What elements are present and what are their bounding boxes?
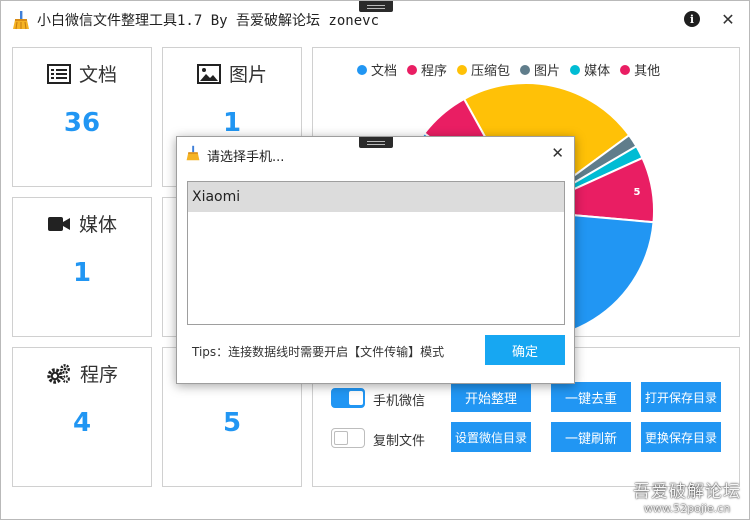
window-close-button[interactable]: ✕ <box>717 8 739 30</box>
confirm-button[interactable]: 确定 <box>485 335 565 365</box>
select-phone-dialog: 请选择手机... ✕ Xiaomi Tips：连接数据线时需要开启【文件传输】模… <box>176 136 575 384</box>
card-title: 程序 <box>13 360 151 387</box>
gears-icon <box>47 363 70 384</box>
card-title: 文档 <box>13 60 151 87</box>
window-drag-handle[interactable] <box>359 1 393 12</box>
card-label: 图片 <box>228 64 267 86</box>
start-organize-button[interactable]: 开始整理 <box>451 382 531 412</box>
title-bar[interactable]: 小白微信文件整理工具1.7 By 吾爱破解论坛 zonevc i ✕ <box>1 1 750 37</box>
connection-tips: Tips：连接数据线时需要开启【文件传输】模式 <box>192 345 445 359</box>
card-label: 程序 <box>79 364 118 386</box>
dialog-drag-handle[interactable] <box>359 137 393 148</box>
card-programs: 程序 4 <box>12 347 152 487</box>
copy-files-toggle[interactable] <box>331 428 365 448</box>
dialog-title: 请选择手机... <box>207 150 285 165</box>
card-title: 媒体 <box>13 210 151 237</box>
copy-files-toggle-label: 复制文件 <box>373 434 426 449</box>
watermark-url: www.52pojie.cn <box>643 502 731 515</box>
set-wechat-dir-button[interactable]: 设置微信目录 <box>451 422 531 452</box>
change-save-dir-button[interactable]: 更换保存目录 <box>641 422 721 452</box>
broom-icon <box>13 11 29 30</box>
card-media: 媒体 1 <box>12 197 152 337</box>
broom-icon <box>186 145 200 161</box>
open-save-dir-button[interactable]: 打开保存目录 <box>641 382 721 412</box>
info-icon: i <box>684 11 700 27</box>
card-count: 36 <box>63 108 101 138</box>
wechat-toggle[interactable] <box>331 388 365 408</box>
phone-list-item[interactable]: Xiaomi <box>188 182 564 212</box>
refresh-button[interactable]: 一键刷新 <box>551 422 631 452</box>
pie-data-label: 5 <box>634 187 641 198</box>
phone-list[interactable]: Xiaomi <box>187 181 565 325</box>
wechat-toggle-label: 手机微信 <box>373 394 426 409</box>
card-documents: 文档 36 <box>12 47 152 187</box>
dedupe-button[interactable]: 一键去重 <box>551 382 631 412</box>
picture-icon <box>196 63 221 84</box>
card-count: 4 <box>72 408 92 438</box>
card-label: 文档 <box>78 64 117 86</box>
card-label: 媒体 <box>78 214 117 236</box>
card-count: 5 <box>222 408 242 438</box>
window-title: 小白微信文件整理工具1.7 By 吾爱破解论坛 zonevc <box>37 13 380 29</box>
about-button[interactable]: i <box>681 8 703 30</box>
forum-watermark: 吾爱破解论坛 www.52pojie.cn <box>633 477 741 515</box>
card-count: 1 <box>222 108 242 138</box>
watermark-title: 吾爱破解论坛 <box>633 482 741 502</box>
dialog-close-button[interactable]: ✕ <box>551 144 564 162</box>
video-camera-icon <box>47 216 70 231</box>
card-title: 图片 <box>163 60 301 87</box>
document-list-icon <box>46 63 71 84</box>
card-count: 1 <box>72 258 92 288</box>
